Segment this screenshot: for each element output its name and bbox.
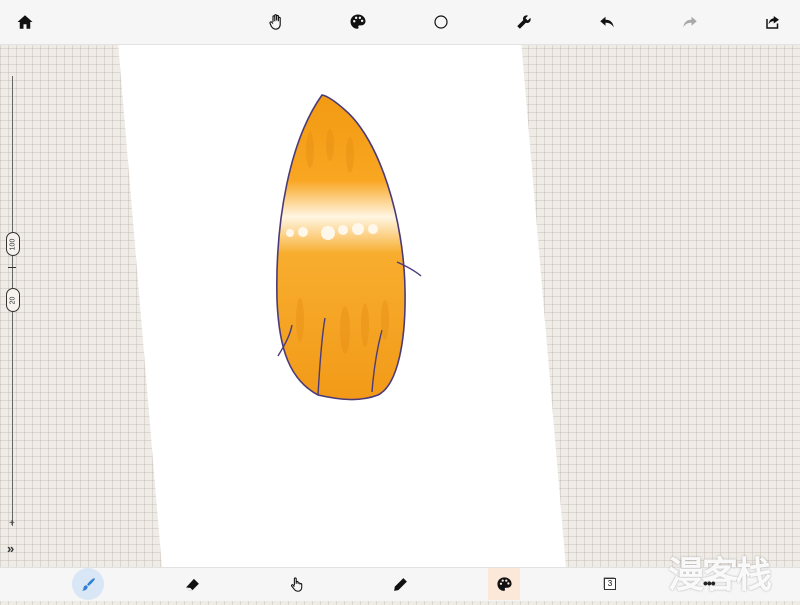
watermark-logo: 漫客栈 xyxy=(668,555,772,596)
pencil-tool-button[interactable] xyxy=(384,568,416,600)
top-toolbar xyxy=(0,0,800,45)
smudge-tool-button[interactable] xyxy=(280,568,312,600)
redo-icon[interactable] xyxy=(675,7,705,37)
brush-tool-button[interactable] xyxy=(72,568,104,600)
pencil-icon xyxy=(393,577,407,591)
share-icon[interactable] xyxy=(758,7,788,37)
brush-size-handle[interactable]: 100 xyxy=(6,232,20,256)
slider-divider xyxy=(8,267,16,268)
slider-plus[interactable]: + xyxy=(9,518,15,529)
color-tool-button[interactable] xyxy=(488,568,520,600)
brush-opacity-handle[interactable]: 20 xyxy=(6,288,20,312)
brush-opacity-value: 20 xyxy=(9,296,17,304)
home-icon[interactable] xyxy=(10,7,40,37)
palette-icon[interactable] xyxy=(343,7,373,37)
brush-icon xyxy=(81,577,95,591)
expand-panel-button[interactable]: » xyxy=(7,541,14,556)
brush-size-value: 100 xyxy=(9,238,17,250)
eraser-icon xyxy=(185,578,199,590)
undo-icon[interactable] xyxy=(592,7,622,37)
circle-icon[interactable] xyxy=(426,7,456,37)
wrench-icon[interactable] xyxy=(509,7,539,37)
finger-icon xyxy=(290,576,302,592)
more-menu-button[interactable]: ••• xyxy=(703,575,716,591)
eraser-tool-button[interactable] xyxy=(176,568,208,600)
layers-count: 3 xyxy=(604,578,616,590)
drawing-canvas[interactable] xyxy=(0,0,800,600)
hand-icon[interactable] xyxy=(261,7,291,37)
palette-icon xyxy=(496,576,512,591)
